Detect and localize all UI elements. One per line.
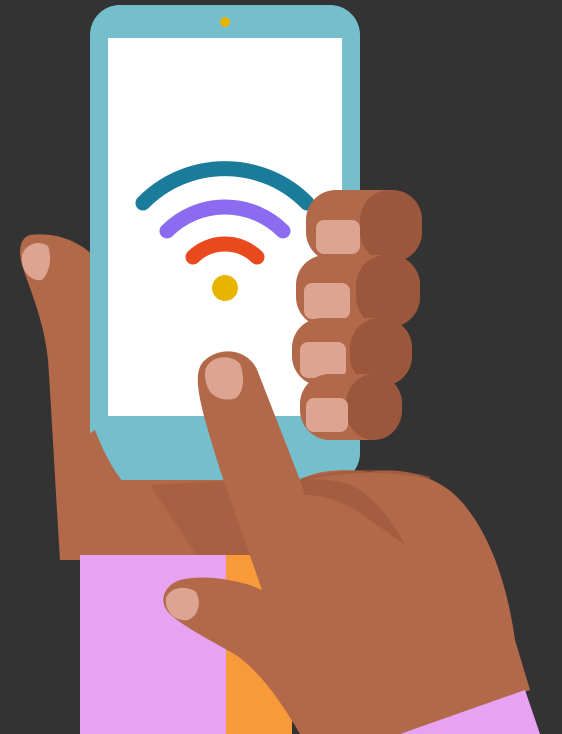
illustration bbox=[0, 0, 562, 734]
finger-2-nail bbox=[304, 283, 350, 319]
finger-2-shade bbox=[356, 255, 420, 327]
finger-3-nail bbox=[300, 342, 346, 378]
finger-1-shade bbox=[360, 190, 422, 262]
finger-1-nail bbox=[316, 220, 360, 254]
finger-4-shade bbox=[346, 374, 402, 440]
finger-4-nail bbox=[306, 398, 348, 432]
phone-camera bbox=[220, 17, 230, 27]
wifi-dot bbox=[212, 275, 238, 301]
